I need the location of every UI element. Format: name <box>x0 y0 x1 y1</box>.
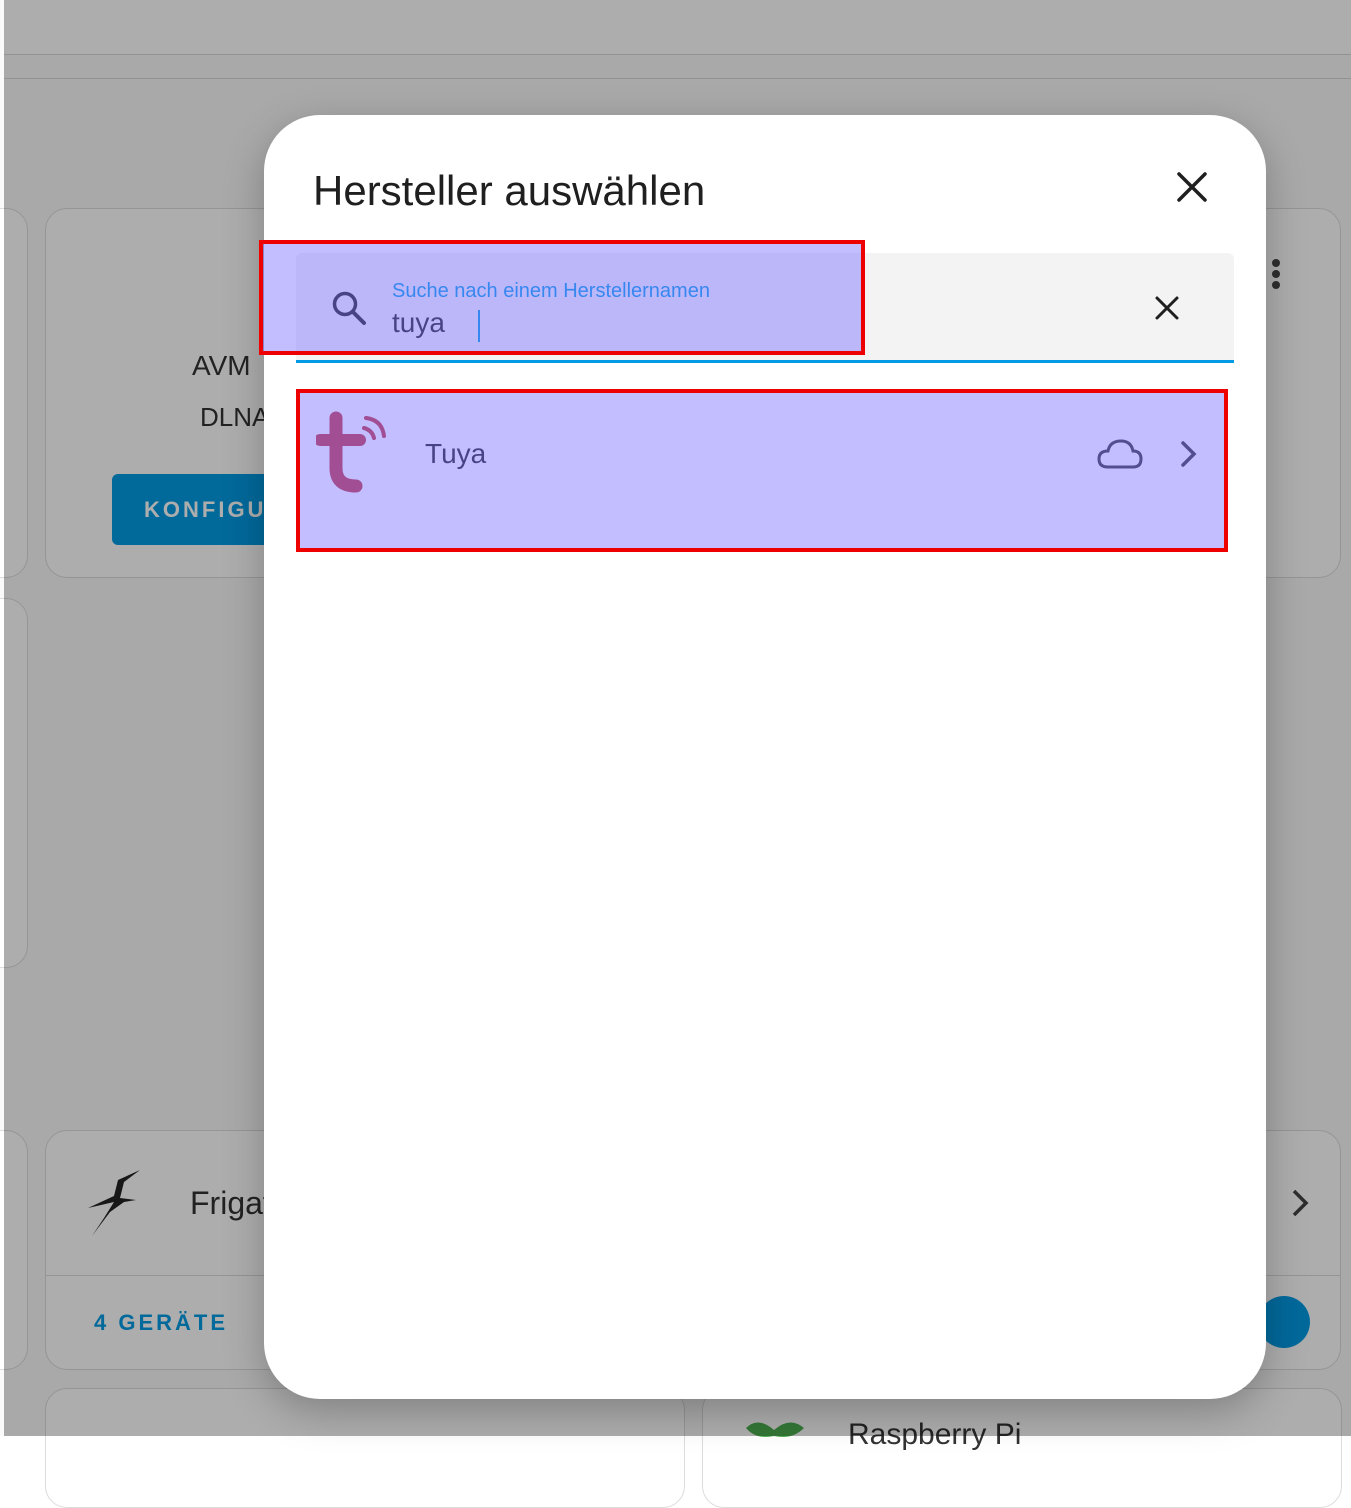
clear-icon <box>1155 296 1179 320</box>
highlight-search-box <box>259 240 865 355</box>
close-button[interactable] <box>1164 159 1220 215</box>
close-icon <box>1177 172 1207 202</box>
clear-search-button[interactable] <box>1142 283 1192 333</box>
dialog-title: Hersteller auswählen <box>313 167 706 214</box>
highlight-result-item <box>296 389 1228 552</box>
